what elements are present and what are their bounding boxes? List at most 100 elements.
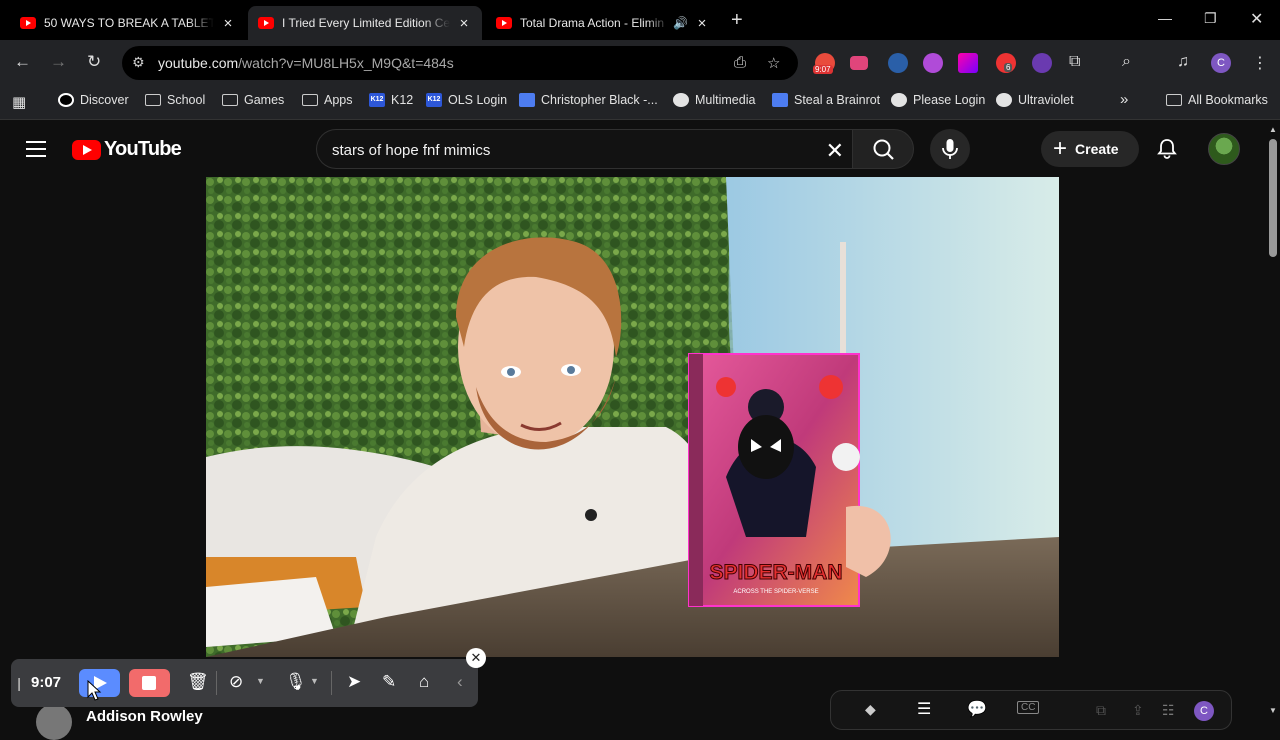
- create-button[interactable]: + Create: [1041, 131, 1139, 167]
- bookmark-star-icon[interactable]: ☆: [767, 54, 780, 72]
- all-bookmarks[interactable]: All Bookmarks: [1166, 93, 1268, 107]
- tab-search-icon[interactable]: ⌕: [1122, 53, 1131, 71]
- blue-extension-icon[interactable]: [888, 53, 908, 73]
- install-app-icon[interactable]: ⎙: [734, 54, 746, 71]
- bookmark-steal-a-brainrot[interactable]: Steal a Brainrot: [772, 93, 880, 107]
- scroll-down-icon[interactable]: ▼: [1269, 706, 1277, 715]
- camera-dropdown-icon[interactable]: ▼: [256, 676, 265, 686]
- copy-icon[interactable]: ⧉: [1096, 702, 1106, 719]
- extensions-puzzle-icon[interactable]: ⧉: [1069, 53, 1080, 71]
- tab-close-icon[interactable]: ×: [456, 15, 472, 32]
- reload-icon[interactable]: ↻: [87, 52, 101, 72]
- bookmarks-overflow-icon[interactable]: »: [1120, 91, 1128, 108]
- owl-extension-icon[interactable]: [1032, 53, 1052, 73]
- bookmark-ultraviolet[interactable]: Ultraviolet: [996, 93, 1074, 107]
- forward-icon[interactable]: →: [50, 52, 67, 72]
- minimize-icon[interactable]: —: [1158, 10, 1172, 26]
- address-bar[interactable]: ⚙ youtube.com/watch?v=MU8LH5x_M9Q&t=484s…: [122, 46, 798, 80]
- clear-search-icon[interactable]: ✕: [826, 138, 844, 164]
- diamond-icon[interactable]: ◆: [865, 701, 876, 718]
- audio-playing-icon[interactable]: 🔊: [673, 16, 688, 30]
- tab-close-icon[interactable]: ×: [220, 15, 236, 32]
- bookmark-apps[interactable]: Apps: [302, 93, 353, 107]
- list-icon[interactable]: ☰: [917, 699, 931, 719]
- youtube-favicon-icon: [496, 17, 512, 29]
- stop-recording-button[interactable]: [129, 669, 170, 697]
- youtube-wordmark: YouTube: [104, 138, 182, 160]
- microphone-dropdown-icon[interactable]: ▼: [310, 676, 319, 686]
- search-query-text[interactable]: stars of hope fnf mimics: [332, 142, 490, 159]
- collapse-icon[interactable]: ‹: [457, 672, 463, 692]
- page-scrollbar[interactable]: ▲ ▼: [1266, 121, 1280, 720]
- screen-recorder-toolbar[interactable]: || 9:07 🗑 ⊘ ▼ 🎙 ▼ ➤ ✎ ⌂ ‹: [11, 659, 478, 707]
- scroll-thumb[interactable]: [1269, 139, 1277, 257]
- k12-icon: K12: [426, 93, 442, 107]
- flag-extension-icon[interactable]: [958, 53, 978, 73]
- new-tab-icon[interactable]: +: [731, 9, 743, 32]
- bookmark-multimedia[interactable]: Multimedia: [673, 93, 755, 107]
- account-avatar[interactable]: [1208, 133, 1240, 165]
- back-icon[interactable]: ←: [14, 52, 31, 72]
- apps-grid-icon[interactable]: ▦: [12, 93, 26, 111]
- bookmark-ols-login[interactable]: K12 OLS Login: [426, 93, 507, 107]
- bookmark-label: K12: [391, 93, 414, 107]
- scroll-up-icon[interactable]: ▲: [1269, 125, 1277, 134]
- close-recorder-icon[interactable]: ✕: [466, 648, 486, 668]
- search-input[interactable]: stars of hope fnf mimics ✕: [316, 129, 852, 169]
- url-text[interactable]: youtube.com/watch?v=MU8LH5x_M9Q&t=484s: [158, 55, 454, 71]
- trash-icon[interactable]: 🗑: [187, 672, 209, 692]
- youtube-logo[interactable]: YouTube: [72, 138, 182, 161]
- camera-off-icon[interactable]: ⊘: [229, 672, 243, 692]
- timer-extension-icon[interactable]: 9:07: [813, 53, 835, 74]
- microphone-icon[interactable]: 🎙: [285, 672, 307, 692]
- camera-extension-icon[interactable]: [923, 53, 943, 73]
- close-window-icon[interactable]: ✕: [1250, 9, 1263, 29]
- folder-icon: [145, 94, 161, 106]
- hamburger-menu-icon[interactable]: [26, 141, 46, 157]
- mouse-cursor-icon: [87, 680, 102, 701]
- tab-total-drama[interactable]: Total Drama Action - Elimin 🔊 ×: [486, 6, 720, 40]
- youtube-play-logo-icon: [72, 139, 101, 160]
- bookmark-label: Steal a Brainrot: [794, 93, 881, 107]
- bookmark-please-login[interactable]: Please Login: [891, 93, 985, 107]
- bookmark-school[interactable]: School: [145, 93, 205, 107]
- profile-avatar[interactable]: C: [1211, 53, 1231, 73]
- tab-50-ways[interactable]: 50 WAYS TO BREAK A TABLET - ×: [10, 6, 246, 40]
- channel-name[interactable]: Addison Rowley: [86, 708, 203, 725]
- create-label: Create: [1075, 141, 1119, 157]
- chat-profile-avatar[interactable]: C: [1194, 701, 1214, 721]
- media-control-icon[interactable]: ♫: [1177, 53, 1189, 71]
- drag-handle-icon[interactable]: ||: [17, 675, 22, 691]
- pen-icon[interactable]: ✎: [382, 672, 396, 692]
- site-info-icon[interactable]: ⚙: [132, 54, 145, 71]
- bookmarks-bar: ▦ Discover School Games Apps K12 K12 K12 O…: [0, 86, 1280, 120]
- captions-icon[interactable]: CC: [1017, 701, 1040, 714]
- voice-search-button[interactable]: [930, 129, 970, 169]
- timer-badge: 9:07: [813, 65, 833, 74]
- menu-dots-icon[interactable]: ⋮: [1252, 53, 1268, 73]
- count-badge: 6: [1004, 63, 1013, 72]
- chat-bubbles-icon[interactable]: 💬: [967, 699, 987, 719]
- tab-limited-edition[interactable]: I Tried Every Limited Edition Ce ×: [248, 6, 482, 40]
- bookmark-discover[interactable]: Discover: [58, 93, 129, 107]
- pointer-icon[interactable]: ➤: [347, 672, 361, 692]
- tab-close-icon[interactable]: ×: [694, 15, 710, 32]
- bookmark-games[interactable]: Games: [222, 93, 284, 107]
- k12-icon: K12: [369, 93, 385, 107]
- red-extension-icon[interactable]: 6: [996, 53, 1016, 73]
- search-button[interactable]: [852, 129, 914, 169]
- globe-icon: [891, 93, 907, 107]
- restore-icon[interactable]: ❐: [1204, 10, 1217, 27]
- recording-timer: 9:07: [31, 674, 62, 691]
- youtube-favicon-icon: [20, 17, 36, 29]
- channel-avatar[interactable]: [36, 704, 72, 740]
- notifications-bell-icon[interactable]: [1155, 137, 1179, 166]
- folder-icon: [302, 94, 318, 106]
- video-extension-icon[interactable]: [850, 56, 868, 70]
- share-icon[interactable]: ⇪: [1132, 702, 1144, 719]
- settings-sliders-icon[interactable]: ☷: [1162, 702, 1175, 719]
- bookmark-k12[interactable]: K12 K12: [369, 93, 413, 107]
- video-player[interactable]: SPIDER-MAN ACROSS THE SPIDER-VERSE: [206, 177, 1059, 657]
- bookmark-christopher-black[interactable]: Christopher Black -...: [519, 93, 658, 107]
- eraser-icon[interactable]: ⌂: [419, 672, 429, 692]
